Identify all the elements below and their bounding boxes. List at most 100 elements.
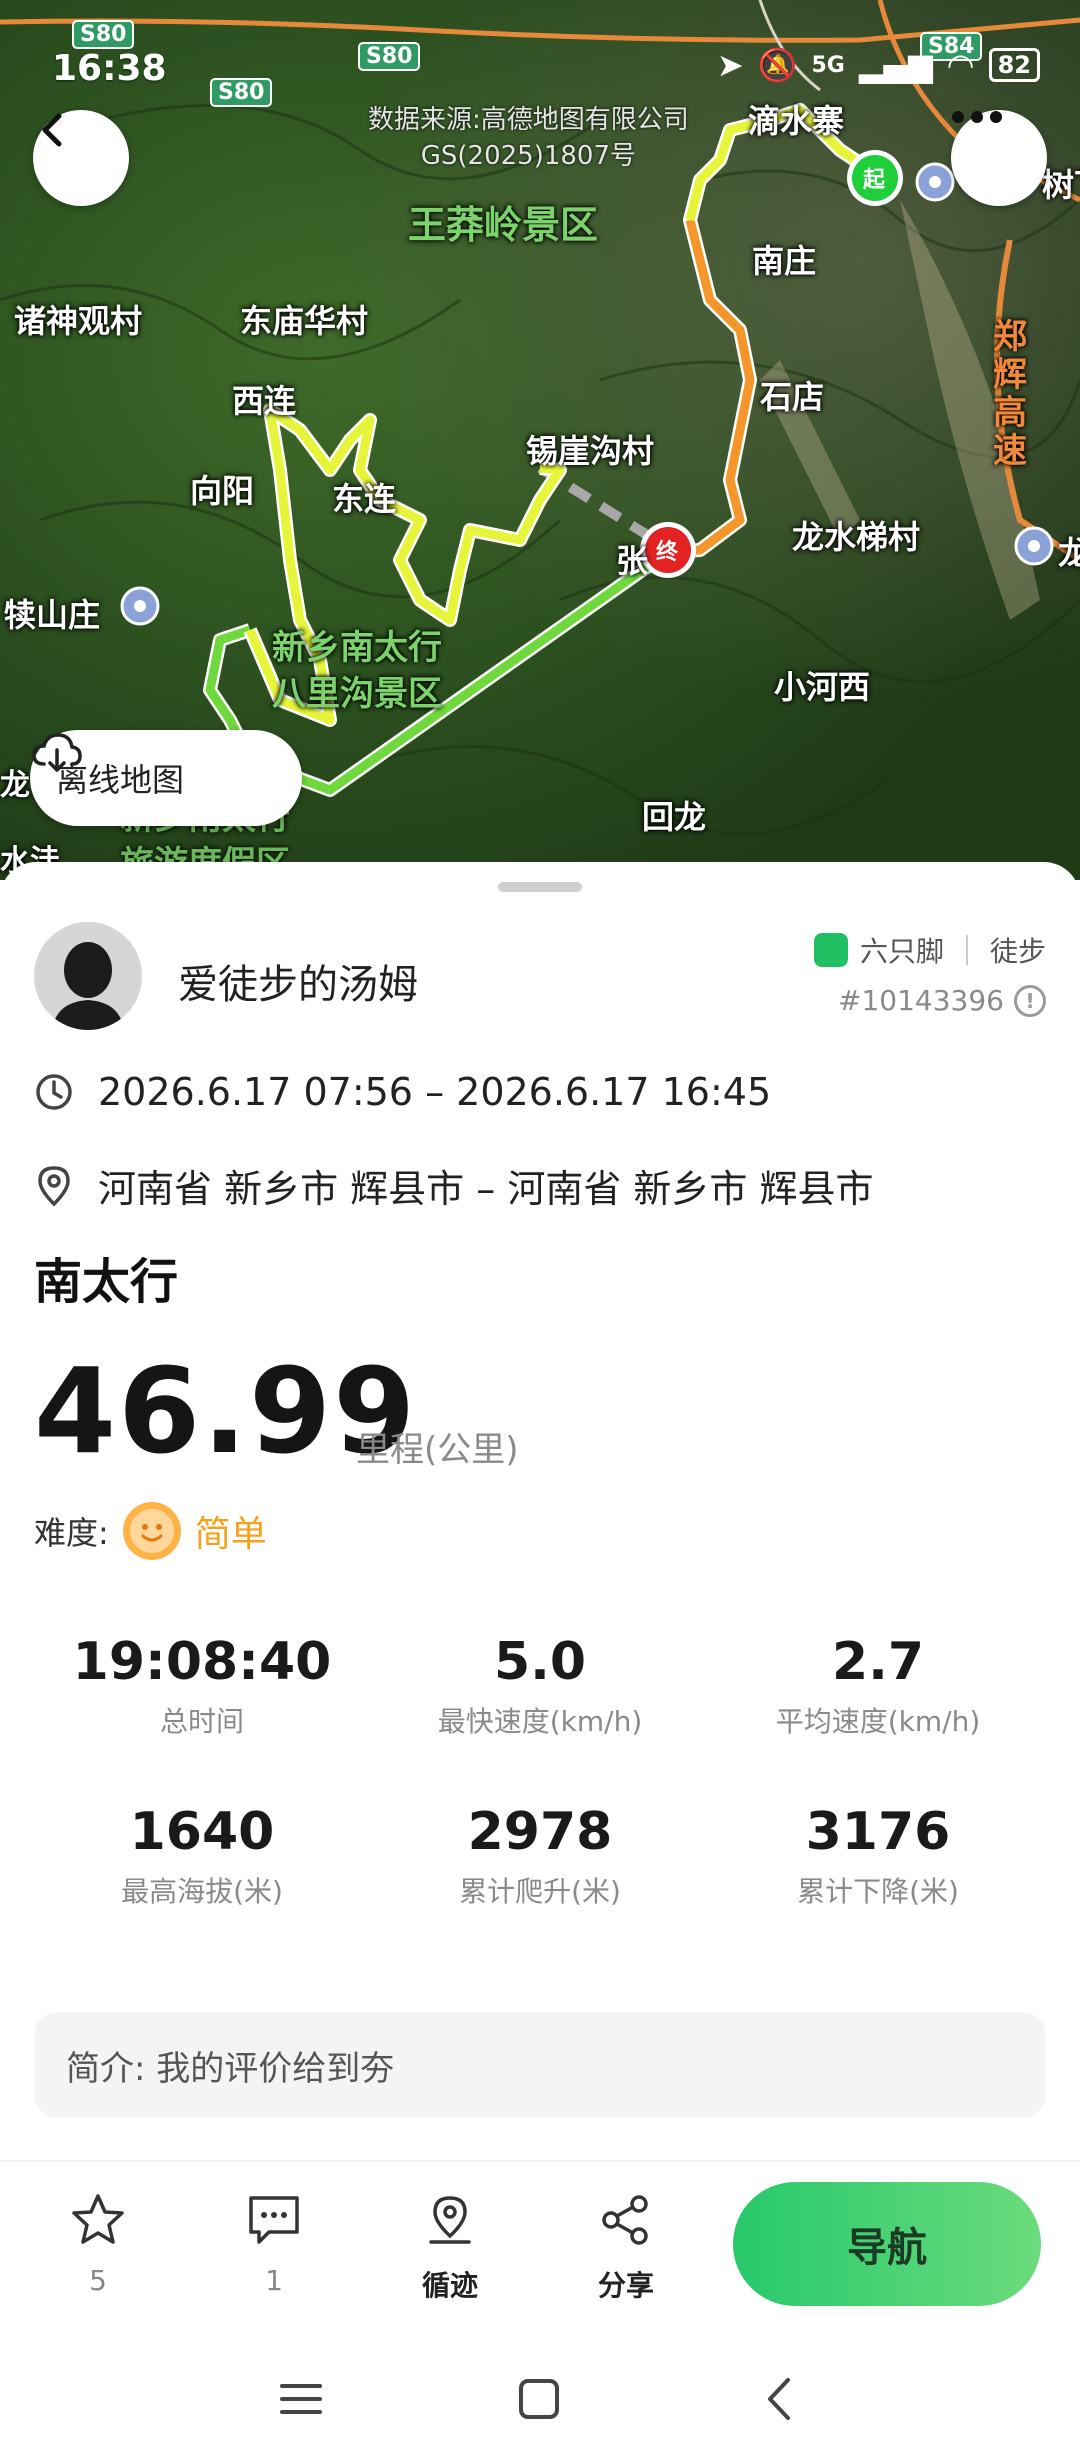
user-avatar-icon bbox=[34, 922, 142, 1030]
satellite-map[interactable]: S80 S80 S80 S84 数据来源:高德地图有限公司 GS(2025)18… bbox=[0, 0, 1080, 880]
place-label: 张 bbox=[616, 542, 649, 580]
brand-name: 六只脚 bbox=[859, 935, 944, 968]
difficulty-value: 简单 bbox=[194, 1514, 267, 1555]
comment-button[interactable]: 1 bbox=[214, 2184, 334, 2297]
stat-label: 累计爬升(米) bbox=[459, 1875, 621, 1908]
location-text: 河南省 新乡市 辉县市 – 河南省 新乡市 辉县市 bbox=[98, 1167, 874, 1211]
start-marker-label: 起 bbox=[863, 168, 886, 193]
stat-label: 最快速度(km/h) bbox=[437, 1705, 643, 1738]
favorite-button[interactable]: 5 bbox=[38, 2184, 158, 2297]
offline-map-button[interactable]: 离线地图 bbox=[30, 730, 302, 826]
map-credit-line: GS(2025)1807号 bbox=[420, 141, 637, 171]
end-marker-label: 终 bbox=[656, 540, 679, 565]
menu-nav-button[interactable] bbox=[278, 2376, 324, 2426]
status-icons: ➤ 🔕 5G ▂▄▆ ◠ 82 bbox=[717, 46, 1040, 84]
back-nav-button[interactable] bbox=[758, 2376, 804, 2426]
more-button[interactable] bbox=[951, 110, 1047, 206]
location-row: 河南省 新乡市 辉县市 – 河南省 新乡市 辉县市 bbox=[34, 1158, 873, 1213]
stat-value: 1640 bbox=[129, 1802, 275, 1862]
scenic-label: 新乡南太行 bbox=[272, 628, 442, 668]
location-pin-icon bbox=[38, 1165, 70, 1206]
place-pin-icon bbox=[1014, 526, 1054, 566]
place-label: 诸神观村 bbox=[14, 302, 143, 340]
place-label: 犊山庄 bbox=[4, 596, 101, 634]
stat-value: 2978 bbox=[467, 1802, 613, 1862]
signal-icon: ▂▄▆ bbox=[858, 46, 933, 84]
home-square-icon bbox=[519, 2379, 559, 2419]
place-pin-icon bbox=[120, 586, 160, 626]
share-label: 分享 bbox=[597, 2269, 654, 2302]
highway-label: 郑辉高速 bbox=[993, 317, 1027, 471]
battery-indicator: 82 bbox=[988, 48, 1040, 82]
system-navigation-bar bbox=[0, 2340, 1080, 2460]
difficulty-label: 难度: bbox=[34, 1514, 109, 1552]
clock-icon bbox=[36, 1074, 72, 1110]
brand-logo-icon bbox=[813, 933, 848, 967]
distance-unit: 里程(公里) bbox=[356, 1430, 519, 1470]
back-button[interactable] bbox=[33, 110, 129, 206]
share-icon bbox=[602, 2195, 648, 2245]
back-arrow-icon bbox=[768, 2378, 790, 2420]
info-icon[interactable]: ! bbox=[1014, 984, 1046, 1017]
time-range-row: 2026.6.17 07:56 – 2026.6.17 16:45 bbox=[34, 1070, 771, 1114]
status-bar: 16:38 ➤ 🔕 5G ▂▄▆ ◠ 82 bbox=[0, 0, 1080, 130]
follow-track-icon bbox=[429, 2196, 471, 2244]
share-button[interactable]: 分享 bbox=[566, 2184, 686, 2304]
navigate-button[interactable]: 导航 bbox=[733, 2182, 1041, 2306]
place-label: 小河西 bbox=[774, 668, 871, 706]
time-range: 2026.6.17 07:56 – 2026.6.17 16:45 bbox=[98, 1070, 772, 1114]
stat-label: 累计下降(米) bbox=[797, 1875, 959, 1908]
track-id: #10143396 ! bbox=[838, 984, 1046, 1017]
track-id-text: #10143396 bbox=[838, 984, 1004, 1017]
divider bbox=[965, 935, 968, 965]
star-icon bbox=[72, 2194, 124, 2244]
action-bar: 5 1 循迹 分享 导航 bbox=[0, 2160, 1080, 2322]
stat-total-ascent: 2978 累计爬升(米) bbox=[370, 1802, 710, 1910]
stat-value: 3176 bbox=[805, 1802, 951, 1862]
chevron-left-icon bbox=[42, 113, 62, 147]
drag-handle[interactable] bbox=[498, 882, 582, 892]
place-label: 回龙 bbox=[642, 798, 707, 836]
stat-total-time: 19:08:40 总时间 bbox=[32, 1632, 372, 1740]
place-pin-icon bbox=[915, 162, 955, 202]
stat-value: 2.7 bbox=[831, 1632, 925, 1692]
place-label: 东连 bbox=[332, 480, 397, 518]
place-label: 西连 bbox=[232, 382, 297, 420]
status-time: 16:38 bbox=[52, 48, 167, 89]
place-label: 石店 bbox=[760, 378, 825, 416]
place-label: 龙水梯村 bbox=[792, 518, 921, 556]
navigate-label: 导航 bbox=[847, 2225, 927, 2271]
avatar[interactable] bbox=[34, 922, 142, 1030]
follow-track-label: 循迹 bbox=[421, 2269, 478, 2302]
place-label: 向阳 bbox=[190, 472, 255, 510]
menu-icon bbox=[280, 2384, 322, 2414]
place-label: 东庙华村 bbox=[240, 302, 369, 340]
place-label: 锡崖沟村 bbox=[526, 432, 655, 470]
activity-type: 徒步 bbox=[989, 935, 1046, 968]
mute-icon: 🔕 bbox=[757, 46, 798, 84]
stat-value: 19:08:40 bbox=[72, 1632, 332, 1692]
scenic-label: 王莽岭景区 bbox=[408, 203, 599, 247]
stat-max-altitude: 1640 最高海拔(米) bbox=[32, 1802, 372, 1910]
home-nav-button[interactable] bbox=[516, 2376, 562, 2426]
stat-label: 最高海拔(米) bbox=[121, 1875, 283, 1908]
stat-value: 5.0 bbox=[493, 1632, 587, 1692]
username[interactable]: 爱徒步的汤姆 bbox=[178, 952, 418, 1010]
stat-label: 总时间 bbox=[159, 1705, 244, 1738]
cloud-download-icon bbox=[32, 733, 82, 772]
place-label: 龙 bbox=[0, 768, 30, 803]
intro-box[interactable]: 简介: 我的评价给到夯 bbox=[34, 2012, 1046, 2118]
network-type: 5G bbox=[811, 52, 845, 78]
comment-count: 1 bbox=[265, 2264, 283, 2297]
follow-track-button[interactable]: 循迹 bbox=[390, 2184, 510, 2304]
difficulty-row: 难度: 简单 bbox=[34, 1502, 267, 1560]
stat-label: 平均速度(km/h) bbox=[775, 1705, 981, 1738]
track-title: 南太行 bbox=[34, 1254, 179, 1310]
stat-max-speed: 5.0 最快速度(km/h) bbox=[370, 1632, 710, 1740]
wifi-icon: ◠ bbox=[946, 46, 975, 84]
place-label: 龙 bbox=[1058, 534, 1080, 572]
source-brand: 六只脚 徒步 bbox=[813, 930, 1046, 970]
smile-icon bbox=[122, 1502, 181, 1560]
intro-text: 简介: 我的评价给到夯 bbox=[66, 2048, 395, 2089]
favorite-count: 5 bbox=[89, 2264, 107, 2297]
